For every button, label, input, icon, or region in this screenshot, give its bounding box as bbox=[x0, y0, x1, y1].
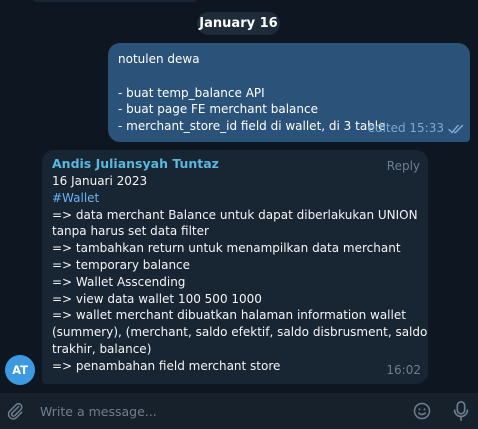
smiley-icon[interactable] bbox=[411, 400, 433, 422]
message-line: => Wallet Asscending bbox=[52, 274, 186, 289]
chat-history[interactable]: January 16 notulen dewa - buat temp_bala… bbox=[0, 0, 478, 393]
message-date-line: 16 Januari 2023 bbox=[52, 174, 148, 188]
outgoing-message[interactable]: notulen dewa - buat temp_balance API - b… bbox=[108, 43, 470, 142]
message-line: => wallet merchant dibuatkan halaman inf… bbox=[52, 308, 406, 323]
previous-message-stub bbox=[30, 0, 200, 2]
sender-name[interactable]: Andis Juliansyah Tuntaz bbox=[52, 156, 418, 173]
message-input[interactable] bbox=[40, 402, 400, 420]
message-line: => view data wallet 100 500 1000 bbox=[52, 291, 262, 306]
message-line: (summery), (merchant, saldo efektif, sal… bbox=[52, 325, 428, 340]
date-separator: January 16 bbox=[197, 12, 280, 35]
edited-timestamp: edited 15:33 bbox=[367, 121, 444, 136]
message-composer bbox=[0, 393, 478, 429]
reply-button[interactable]: Reply bbox=[387, 158, 420, 175]
avatar[interactable]: AT bbox=[5, 355, 35, 385]
message-line: => penambahan field merchant store bbox=[52, 358, 281, 373]
message-line: notulen dewa bbox=[118, 52, 200, 66]
message-line: => temporary balance bbox=[52, 257, 191, 272]
double-check-icon bbox=[448, 124, 464, 133]
message-status: edited 15:33 bbox=[368, 120, 464, 137]
incoming-message[interactable]: Andis Juliansyah Tuntaz Reply 16 Januari… bbox=[42, 150, 428, 384]
message-line: => data merchant Balance untuk dapat dib… bbox=[52, 207, 418, 222]
message-timestamp: 16:02 bbox=[386, 363, 421, 378]
hashtag-link[interactable]: #Wallet bbox=[52, 190, 418, 207]
message-line bbox=[118, 68, 460, 85]
message-line: - buat page FE merchant balance bbox=[118, 102, 318, 117]
message-line: tanpa harus set data filter bbox=[52, 224, 209, 239]
message-line: - buat temp_balance API bbox=[118, 85, 265, 100]
message-line: trakhir, balance) bbox=[52, 341, 152, 356]
message-line: => tambahkan return untuk menampilkan da… bbox=[52, 241, 401, 256]
microphone-icon[interactable] bbox=[450, 399, 472, 423]
paperclip-icon[interactable] bbox=[4, 400, 26, 422]
